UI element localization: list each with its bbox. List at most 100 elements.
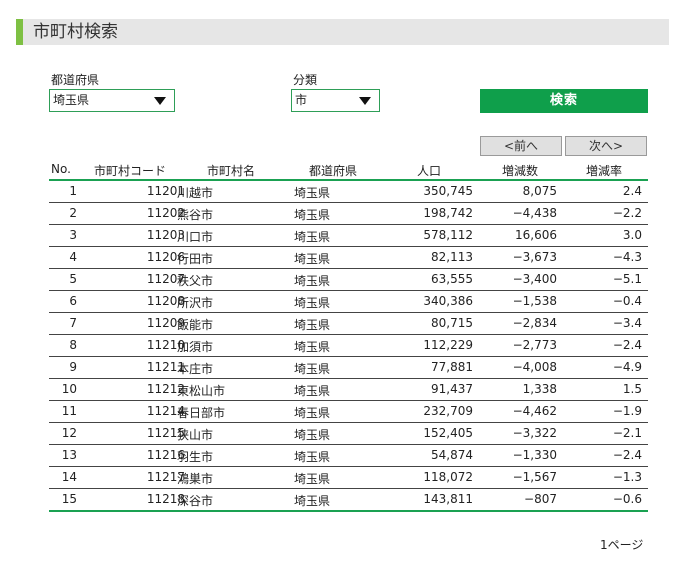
cell-city-name: 所沢市: [177, 296, 214, 310]
cell-prefecture: 埼玉県: [294, 230, 331, 244]
cell-city-name: 行田市: [177, 252, 214, 266]
table-row: 8 11210 加須市 埼玉県 112,229 −2,773 −2.4: [49, 335, 648, 357]
cell-delta: −1,330: [512, 448, 557, 462]
cell-rate: −1.3: [612, 470, 642, 484]
table-row: 1 11201 川越市 埼玉県 350,745 8,075 2.4: [49, 181, 648, 203]
cell-no: 9: [69, 360, 77, 374]
cell-population: 198,742: [423, 206, 473, 220]
prefecture-select[interactable]: 埼玉県: [49, 89, 175, 112]
cell-no: 6: [69, 294, 77, 308]
cell-city-name: 熊谷市: [177, 208, 214, 222]
table-header: No. 市町村コード 市町村名 都道府県 人口 増減数 増減率: [49, 161, 648, 181]
cell-city-name: 川越市: [177, 186, 214, 200]
category-select[interactable]: 市: [291, 89, 380, 112]
table-row: 7 11209 飯能市 埼玉県 80,715 −2,834 −3.4: [49, 313, 648, 335]
cell-city-name: 加須市: [177, 340, 214, 354]
cell-population: 77,881: [431, 360, 473, 374]
cell-delta: −4,008: [512, 360, 557, 374]
cell-rate: −3.4: [612, 316, 642, 330]
cell-city-name: 東松山市: [177, 384, 226, 398]
table-row: 2 11202 熊谷市 埼玉県 198,742 −4,438 −2.2: [49, 203, 648, 225]
cell-rate: −5.1: [612, 272, 642, 286]
page-title: 市町村検索: [16, 19, 669, 45]
cell-delta: −3,400: [512, 272, 557, 286]
cell-delta: −3,322: [512, 426, 557, 440]
cell-population: 118,072: [423, 470, 473, 484]
header-name: 市町村名: [207, 164, 256, 178]
cell-prefecture: 埼玉県: [294, 472, 331, 486]
cell-city-name: 川口市: [177, 230, 214, 244]
cell-no: 8: [69, 338, 77, 352]
page-indicator: 1ページ: [600, 538, 644, 552]
cell-delta: −4,462: [512, 404, 557, 418]
cell-population: 340,386: [423, 294, 473, 308]
cell-delta: 8,075: [522, 184, 557, 198]
cell-no: 10: [61, 382, 77, 396]
cell-rate: −4.3: [612, 250, 642, 264]
cell-no: 12: [61, 426, 77, 440]
cell-population: 82,113: [431, 250, 473, 264]
cell-population: 63,555: [431, 272, 473, 286]
prev-page-button[interactable]: <前へ: [480, 136, 562, 156]
table-row: 3 11203 川口市 埼玉県 578,112 16,606 3.0: [49, 225, 648, 247]
cell-delta: 1,338: [522, 382, 557, 396]
search-button[interactable]: 検索: [480, 89, 648, 113]
cell-rate: 2.4: [622, 184, 642, 198]
cell-population: 578,112: [423, 228, 473, 242]
cell-delta: −1,567: [512, 470, 557, 484]
header-code: 市町村コード: [94, 164, 167, 178]
table-row: 12 11215 狭山市 埼玉県 152,405 −3,322 −2.1: [49, 423, 648, 445]
cell-prefecture: 埼玉県: [294, 274, 331, 288]
cell-rate: −2.4: [612, 338, 642, 352]
cell-prefecture: 埼玉県: [294, 384, 331, 398]
next-page-button[interactable]: 次へ>: [565, 136, 647, 156]
cell-prefecture: 埼玉県: [294, 186, 331, 200]
cell-population: 54,874: [431, 448, 473, 462]
table-row: 10 11212 東松山市 埼玉県 91,437 1,338 1.5: [49, 379, 648, 401]
cell-population: 91,437: [431, 382, 473, 396]
cell-rate: −2.4: [612, 448, 642, 462]
table-row: 14 11217 鴻巣市 埼玉県 118,072 −1,567 −1.3: [49, 467, 648, 489]
header-prefecture: 都道府県: [309, 164, 358, 178]
cell-population: 143,811: [423, 492, 473, 506]
cell-city-name: 羽生市: [177, 450, 214, 464]
cell-no: 4: [69, 250, 77, 264]
chevron-down-icon: [359, 97, 371, 105]
cell-no: 11: [61, 404, 77, 418]
header-rate: 増減率: [586, 164, 623, 178]
cell-rate: 1.5: [622, 382, 642, 396]
table-row: 13 11216 羽生市 埼玉県 54,874 −1,330 −2.4: [49, 445, 648, 467]
prefecture-label: 都道府県: [51, 73, 100, 87]
cell-rate: −2.2: [612, 206, 642, 220]
cell-city-name: 狭山市: [177, 428, 214, 442]
cell-prefecture: 埼玉県: [294, 252, 331, 266]
cell-no: 3: [69, 228, 77, 242]
cell-population: 112,229: [423, 338, 473, 352]
cell-city-name: 飯能市: [177, 318, 214, 332]
cell-no: 1: [69, 184, 77, 198]
table-row: 9 11211 本庄市 埼玉県 77,881 −4,008 −4.9: [49, 357, 648, 379]
table-row: 15 11218 深谷市 埼玉県 143,811 −807 −0.6: [49, 489, 648, 512]
cell-delta: −4,438: [512, 206, 557, 220]
cell-city-name: 深谷市: [177, 494, 214, 508]
cell-city-name: 鴻巣市: [177, 472, 214, 486]
cell-delta: −3,673: [512, 250, 557, 264]
cell-prefecture: 埼玉県: [294, 406, 331, 420]
cell-no: 15: [61, 492, 77, 506]
cell-population: 152,405: [423, 426, 473, 440]
header-delta: 増減数: [502, 164, 539, 178]
cell-rate: 3.0: [622, 228, 642, 242]
cell-rate: −0.4: [612, 294, 642, 308]
cell-delta: 16,606: [515, 228, 557, 242]
table-row: 11 11214 春日部市 埼玉県 232,709 −4,462 −1.9: [49, 401, 648, 423]
cell-population: 232,709: [423, 404, 473, 418]
cell-rate: −0.6: [612, 492, 642, 506]
table-row: 4 11206 行田市 埼玉県 82,113 −3,673 −4.3: [49, 247, 648, 269]
prefecture-select-value: 埼玉県: [53, 93, 90, 107]
cell-prefecture: 埼玉県: [294, 318, 331, 332]
cell-rate: −4.9: [612, 360, 642, 374]
cell-no: 2: [69, 206, 77, 220]
cell-prefecture: 埼玉県: [294, 428, 331, 442]
cell-prefecture: 埼玉県: [294, 208, 331, 222]
cell-delta: −2,773: [512, 338, 557, 352]
